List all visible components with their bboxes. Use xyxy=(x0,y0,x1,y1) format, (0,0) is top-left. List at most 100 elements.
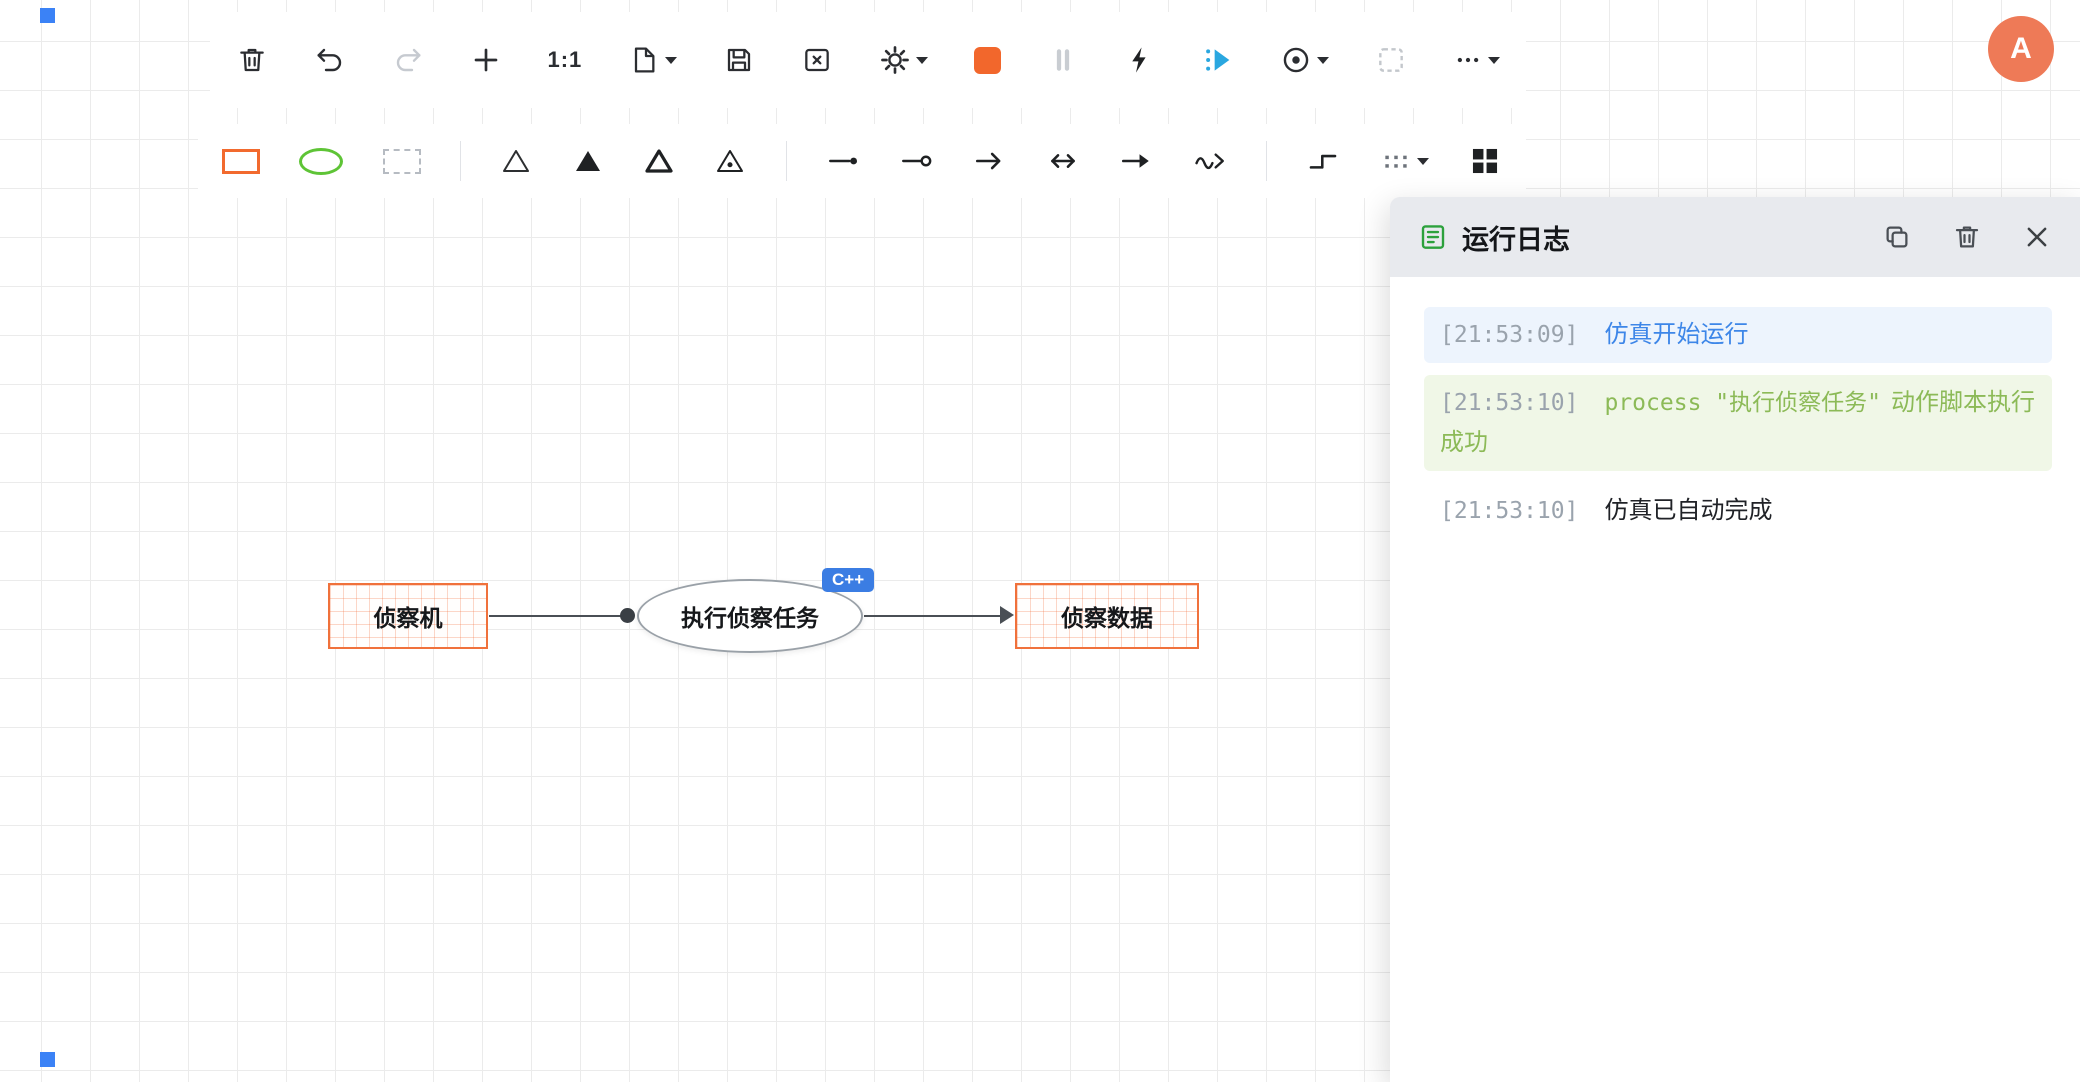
settings-caret-icon xyxy=(916,57,928,64)
dashed-rect-shape-button[interactable] xyxy=(383,137,421,185)
triangle-filled-icon xyxy=(572,145,604,177)
arrow-double-button[interactable] xyxy=(1046,137,1080,185)
avatar-initial: A xyxy=(2010,32,2032,66)
log-timestamp: [21:53:10] xyxy=(1440,390,1578,416)
grid-dots-button[interactable] xyxy=(1380,137,1429,185)
log-timestamp: [21:53:09] xyxy=(1440,322,1578,348)
log-message-code: process "执行侦察任务" xyxy=(1604,390,1880,416)
ellipse-shape-button[interactable] xyxy=(299,137,343,185)
gear-icon xyxy=(879,44,911,76)
more-button[interactable] xyxy=(1453,36,1500,84)
undo-button[interactable] xyxy=(314,36,346,84)
settings-button[interactable] xyxy=(879,36,928,84)
fast-run-button[interactable] xyxy=(1124,36,1156,84)
line-circle-end-button[interactable] xyxy=(899,137,933,185)
triangle-dot-button[interactable] xyxy=(714,137,746,185)
run-log-title: 运行日志 xyxy=(1462,218,1570,257)
log-timestamp: [21:53:10] xyxy=(1440,498,1578,524)
record-target-button[interactable] xyxy=(1280,36,1329,84)
line-dot-end-icon xyxy=(826,144,860,178)
edge-source-to-task[interactable] xyxy=(489,615,624,617)
stop-icon xyxy=(974,47,1001,74)
new-file-icon xyxy=(628,44,660,76)
arrow-solid-head-icon xyxy=(1119,144,1153,178)
save-icon xyxy=(723,44,755,76)
triangle-dot-icon xyxy=(714,145,746,177)
line-dot-end-button[interactable] xyxy=(826,137,860,185)
save-button[interactable] xyxy=(723,36,755,84)
rect-shape-button[interactable] xyxy=(222,137,260,185)
edge-task-to-data[interactable] xyxy=(864,615,1002,617)
toolbar-divider xyxy=(1266,141,1267,181)
grid-dots-caret-icon xyxy=(1417,158,1429,165)
bolt-icon xyxy=(1124,44,1156,76)
log-message: 仿真开始运行 xyxy=(1604,321,1748,348)
arrow-right-icon xyxy=(973,144,1007,178)
copy-log-button[interactable] xyxy=(1882,219,1912,255)
close-file-icon xyxy=(801,44,833,76)
zoom-reset-button[interactable]: 1:1 xyxy=(548,36,583,84)
triangle-outline-button[interactable] xyxy=(500,137,532,185)
node-recon-data[interactable]: 侦察数据 xyxy=(1015,583,1199,649)
clear-log-button[interactable] xyxy=(1952,219,1982,255)
stop-button[interactable] xyxy=(974,36,1001,84)
edge-dot-terminal xyxy=(620,608,635,623)
arrow-squiggle-icon xyxy=(1193,144,1227,178)
record-caret-icon xyxy=(1317,57,1329,64)
triangle-thick-icon xyxy=(643,145,675,177)
node-recon-plane[interactable]: 侦察机 xyxy=(328,583,488,649)
triangle-filled-button[interactable] xyxy=(572,137,604,185)
blocks-grid-icon xyxy=(1468,144,1502,178)
blocks-grid-button[interactable] xyxy=(1468,137,1502,185)
node-label: 执行侦察任务 xyxy=(681,599,819,633)
edge-arrowhead xyxy=(1000,606,1014,624)
rect-shape-icon xyxy=(222,149,260,174)
elbow-connector-icon xyxy=(1306,144,1340,178)
dashed-rect-shape-icon xyxy=(383,149,421,174)
run-log-panel: 运行日志 [21:53:09] 仿真开始运行 [21:53:10] process … xyxy=(1390,197,2080,1082)
triangle-outline-icon xyxy=(500,145,532,177)
page-marker-top xyxy=(40,8,55,23)
copy-icon xyxy=(1882,222,1912,252)
log-message: 仿真已自动完成 xyxy=(1604,497,1772,524)
play-icon xyxy=(1202,44,1234,76)
page-marker-bottom xyxy=(40,1052,55,1067)
arrow-right-button[interactable] xyxy=(973,137,1007,185)
close-log-button[interactable] xyxy=(2022,219,2052,255)
grid-dots-icon xyxy=(1380,145,1412,177)
pause-button[interactable] xyxy=(1047,36,1079,84)
elbow-connector-button[interactable] xyxy=(1306,137,1340,185)
more-icon xyxy=(1453,45,1483,75)
close-file-button[interactable] xyxy=(801,36,833,84)
triangle-thick-button[interactable] xyxy=(643,137,675,185)
run-log-header: 运行日志 xyxy=(1390,197,2080,277)
avatar[interactable]: A xyxy=(1988,16,2054,82)
cpp-badge[interactable]: C++ xyxy=(822,568,874,592)
main-toolbar: 1:1 xyxy=(210,12,1526,108)
redo-icon xyxy=(392,44,424,76)
toolbar-divider xyxy=(786,141,787,181)
undo-icon xyxy=(314,44,346,76)
node-label: 侦察机 xyxy=(374,599,443,633)
new-file-button[interactable] xyxy=(628,36,677,84)
delete-button[interactable] xyxy=(236,36,268,84)
log-entry: [21:53:10]process "执行侦察任务"动作脚本执行成功 xyxy=(1424,375,2052,471)
add-button[interactable] xyxy=(470,36,502,84)
log-entry: [21:53:10] 仿真已自动完成 xyxy=(1424,483,2052,539)
marquee-select-button[interactable] xyxy=(1375,36,1407,84)
plus-icon xyxy=(470,44,502,76)
target-icon xyxy=(1280,44,1312,76)
shape-toolbar xyxy=(198,124,1526,198)
arrow-squiggle-button[interactable] xyxy=(1193,137,1227,185)
log-list-icon xyxy=(1418,222,1448,252)
play-button[interactable] xyxy=(1202,36,1234,84)
redo-button[interactable] xyxy=(392,36,424,84)
arrow-double-icon xyxy=(1046,144,1080,178)
more-caret-icon xyxy=(1488,57,1500,64)
close-icon xyxy=(2022,222,2052,252)
arrow-solid-head-button[interactable] xyxy=(1119,137,1153,185)
node-label: 侦察数据 xyxy=(1061,599,1153,633)
log-entry: [21:53:09] 仿真开始运行 xyxy=(1424,307,2052,363)
run-log-body: [21:53:09] 仿真开始运行 [21:53:10] process "执行侦察… xyxy=(1390,277,2080,539)
new-file-caret-icon xyxy=(665,57,677,64)
